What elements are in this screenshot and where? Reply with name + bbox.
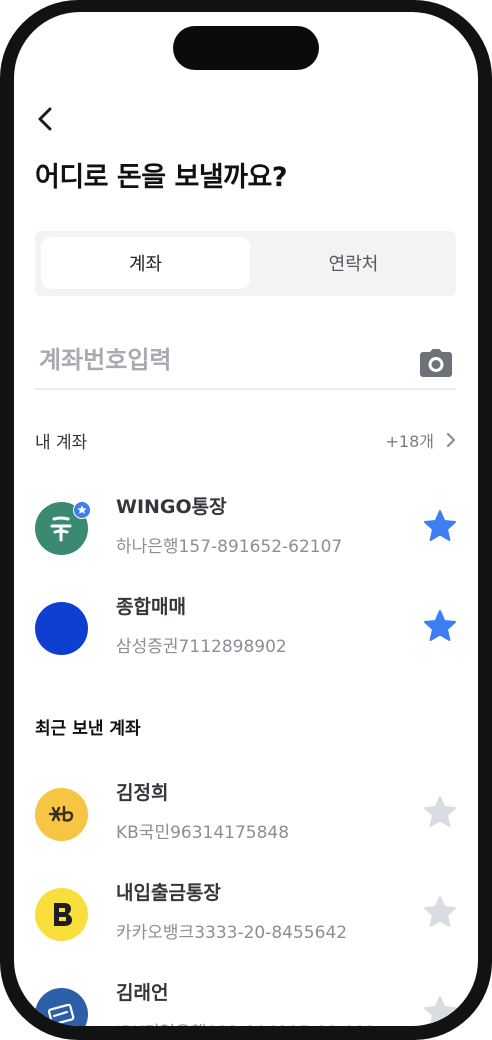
chevron-left-icon: [38, 107, 52, 131]
app-screen: 어디로 돈을 보낼까요? 계좌 연락처 내 계좌 +18개: [14, 12, 478, 1026]
account-name: 내입출금통장: [116, 882, 221, 904]
star-outline-icon[interactable]: [423, 995, 457, 1026]
recent-account-item[interactable]: 김래언 IBK기업은행023-104115-01-012: [14, 978, 478, 1026]
account-detail: 삼성증권7112898902: [116, 637, 287, 657]
account-number-input[interactable]: [35, 340, 456, 390]
kakaobank-logo: [35, 888, 88, 941]
my-account-item[interactable]: 종합매매 삼성증권7112898902: [14, 592, 478, 676]
ibk-bank-logo: [35, 988, 88, 1026]
account-name: 김래언: [116, 982, 169, 1004]
star-badge-icon: [74, 502, 90, 518]
samsung-securities-logo: [35, 602, 88, 655]
chevron-right-icon: [446, 432, 456, 448]
account-name: WINGO통장: [116, 496, 227, 518]
account-detail: IBK기업은행023-104115-01-012: [116, 1018, 376, 1026]
my-accounts-heading: 내 계좌: [35, 433, 88, 453]
more-accounts-link[interactable]: +18개: [386, 428, 457, 452]
hana-bank-logo: [35, 501, 91, 555]
account-name: 김정희: [116, 782, 169, 804]
star-outline-icon[interactable]: [423, 795, 457, 829]
page-title: 어디로 돈을 보낼까요?: [35, 162, 288, 193]
phone-frame: 어디로 돈을 보낼까요? 계좌 연락처 내 계좌 +18개: [0, 0, 492, 1040]
tab-contacts[interactable]: 연락처: [249, 237, 458, 289]
account-detail: 하나은행157-891652-62107: [116, 537, 343, 557]
favorite-badge: [73, 501, 91, 519]
tab-switcher: 계좌 연락처: [35, 231, 456, 296]
back-button[interactable]: [32, 104, 58, 134]
recent-account-item[interactable]: 김정희 KB국민96314175848: [14, 778, 478, 862]
camera-icon: [420, 349, 452, 377]
account-detail: KB국민96314175848: [116, 823, 290, 843]
camera-scan-button[interactable]: [419, 348, 453, 378]
star-filled-icon[interactable]: [423, 609, 457, 643]
tab-account[interactable]: 계좌: [41, 237, 250, 289]
recent-account-item[interactable]: 내입출금통장 카카오뱅크3333-20-8455642: [14, 878, 478, 962]
account-detail: 카카오뱅크3333-20-8455642: [116, 923, 348, 943]
star-filled-icon[interactable]: [423, 509, 457, 543]
dynamic-island: [173, 26, 319, 70]
kb-bank-logo: [35, 788, 88, 841]
account-name: 종합매매: [116, 596, 186, 618]
star-outline-icon[interactable]: [423, 895, 457, 929]
recent-accounts-heading: 최근 보낸 계좌: [35, 719, 141, 739]
my-account-item[interactable]: WINGO통장 하나은행157-891652-62107: [14, 492, 478, 576]
more-accounts-count: +18개: [385, 432, 435, 451]
